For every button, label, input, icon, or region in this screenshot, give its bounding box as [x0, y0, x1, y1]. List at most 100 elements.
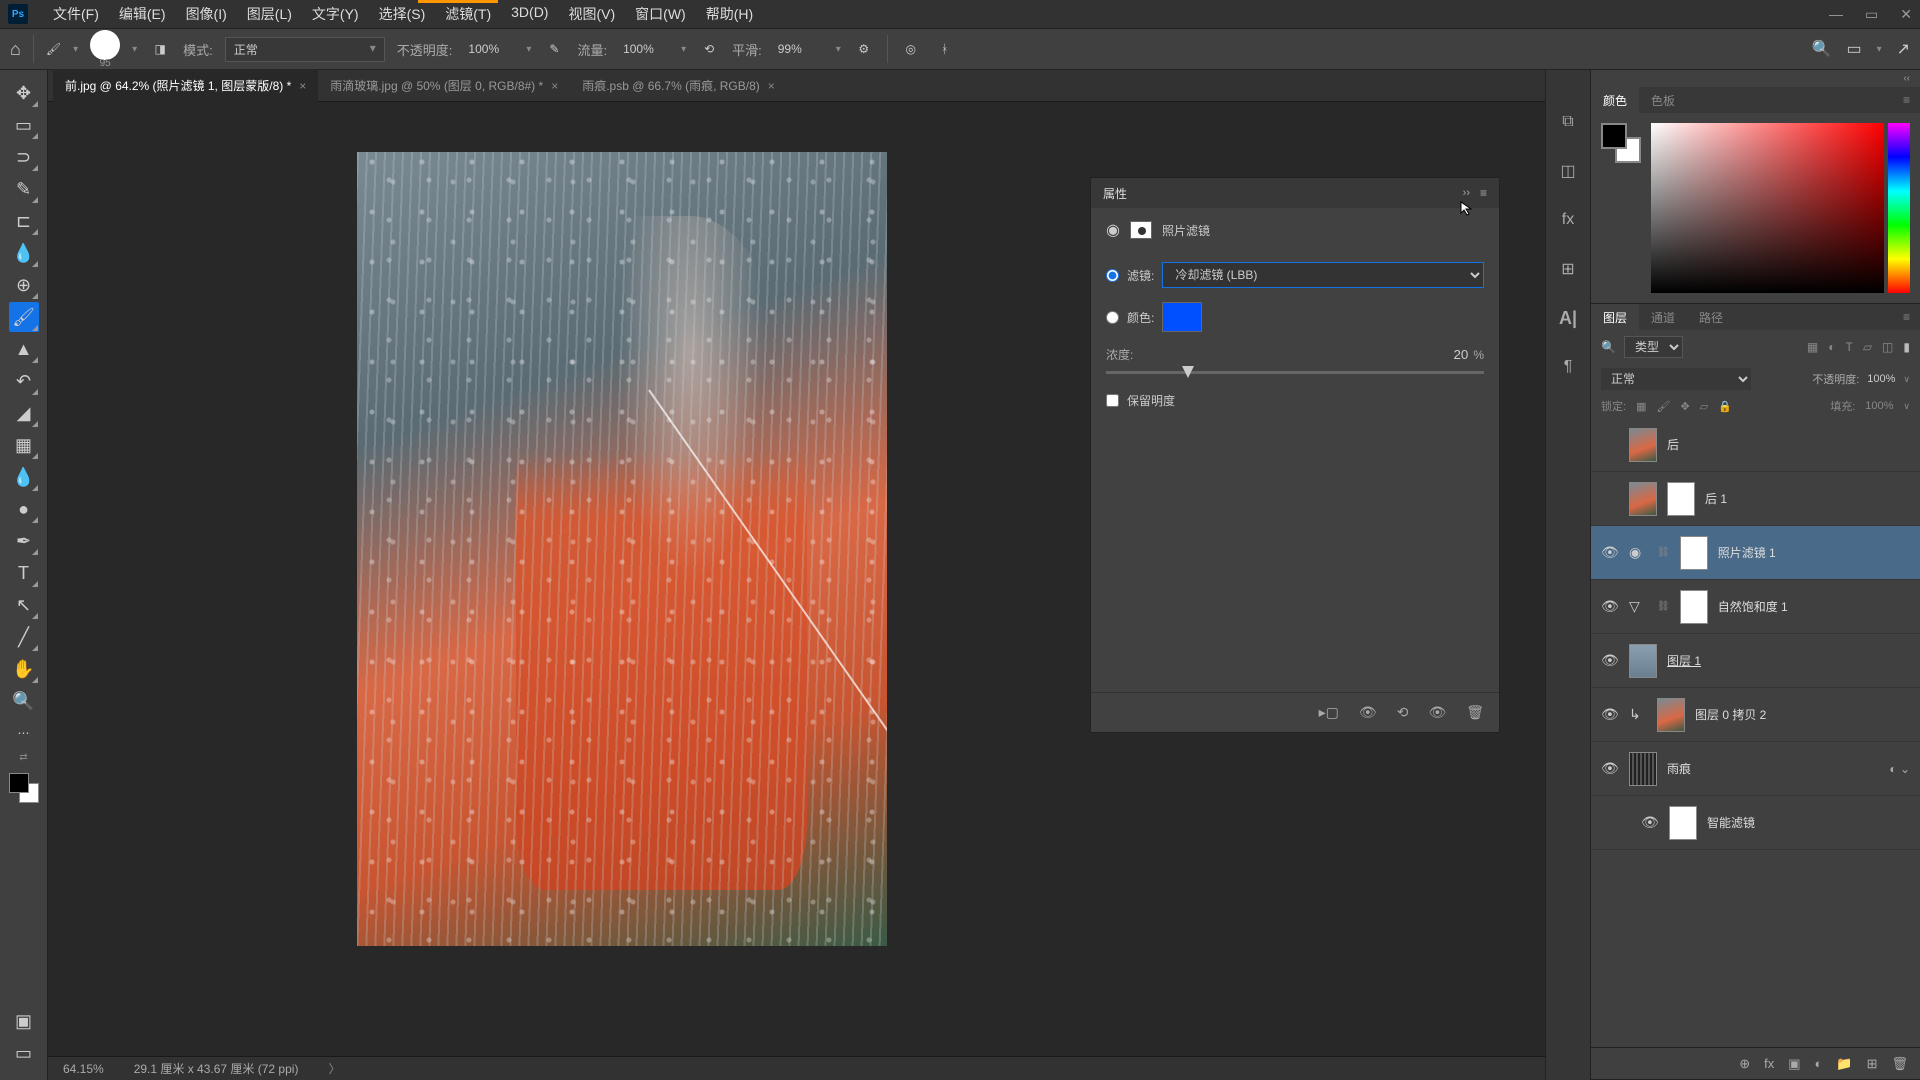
close-tab-icon[interactable]: × — [299, 79, 306, 93]
path-select-tool[interactable]: ↖ — [9, 590, 39, 620]
paragraph-panel-icon[interactable]: ¶ — [1556, 355, 1580, 379]
swatches-panel-icon[interactable]: ⊞ — [1556, 257, 1580, 281]
layer-thumbnail[interactable] — [1629, 752, 1657, 786]
hue-slider[interactable] — [1888, 123, 1910, 293]
flow-value[interactable]: 100% — [619, 40, 669, 58]
hand-tool[interactable]: ✋ — [9, 654, 39, 684]
pressure-size-icon[interactable]: ◎ — [900, 38, 922, 60]
new-group-icon[interactable]: 📁 — [1836, 1056, 1852, 1072]
menu-item[interactable]: 图层(L) — [237, 0, 302, 28]
view-previous-icon[interactable]: 👁 — [1359, 704, 1377, 721]
blend-mode-dropdown[interactable]: 正常 — [1601, 368, 1751, 390]
mask-thumbnail[interactable] — [1667, 482, 1695, 516]
filter-adjust-icon[interactable]: ◐ — [1828, 340, 1835, 354]
styles-panel-icon[interactable]: fx — [1556, 208, 1580, 232]
layer-thumbnail[interactable] — [1629, 482, 1657, 516]
type-tool[interactable]: T — [9, 558, 39, 588]
color-panel-menu-icon[interactable]: ≡ — [1903, 93, 1920, 107]
smart-filter-toggle-icon[interactable]: ◐ ⌄ — [1889, 762, 1910, 776]
pen-tool[interactable]: ✒ — [9, 526, 39, 556]
filter-shape-icon[interactable]: ▱ — [1863, 340, 1872, 354]
move-tool[interactable]: ✥ — [9, 78, 39, 108]
layer-fx-icon[interactable]: fx — [1764, 1056, 1774, 1071]
document-tab[interactable]: 雨滴玻璃.jpg @ 50% (图层 0, RGB/8#) *× — [318, 69, 570, 102]
layer-item[interactable]: 👁 智能滤镜 — [1591, 796, 1920, 850]
visibility-toggle[interactable]: 👁 — [1601, 760, 1619, 777]
layer-mask-icon[interactable]: ▣ — [1788, 1056, 1800, 1072]
visibility-toggle[interactable]: 👁 — [1641, 814, 1659, 831]
clip-to-layer-icon[interactable]: ▸▢ — [1319, 704, 1339, 721]
new-adjustment-icon[interactable]: ◐ — [1815, 1056, 1823, 1071]
menu-item[interactable]: 帮助(H) — [696, 0, 763, 28]
menu-item[interactable]: 文件(F) — [43, 0, 109, 28]
color-tab[interactable]: 颜色 — [1591, 87, 1639, 114]
symmetry-icon[interactable]: ᚼ — [934, 38, 956, 60]
visibility-toggle[interactable]: 👁 — [1601, 706, 1619, 723]
settings-icon[interactable]: ⚙ — [853, 38, 875, 60]
menu-item[interactable]: 文字(Y) — [302, 0, 369, 28]
mask-icon[interactable] — [1130, 221, 1152, 239]
line-tool[interactable]: ╱ — [9, 622, 39, 652]
layers-panel-menu-icon[interactable]: ≡ — [1903, 310, 1920, 324]
filter-dropdown[interactable]: 冷却滤镜 (LBB) — [1162, 262, 1484, 288]
layer-name[interactable]: 图层 0 拷贝 2 — [1695, 706, 1766, 723]
menu-item[interactable]: 编辑(E) — [109, 0, 176, 28]
channels-tab[interactable]: 通道 — [1639, 304, 1687, 331]
document-tab[interactable]: 前.jpg @ 64.2% (照片滤镜 1, 图层蒙版/8) *× — [53, 69, 318, 102]
brush-preview[interactable] — [90, 30, 120, 60]
smooth-value[interactable]: 99% — [774, 40, 824, 58]
airbrush-icon[interactable]: ⟲ — [698, 38, 720, 60]
character-panel-icon[interactable]: A| — [1556, 306, 1580, 330]
lasso-tool[interactable]: ⊃ — [9, 142, 39, 172]
document-tab[interactable]: 雨痕.psb @ 66.7% (雨痕, RGB/8)× — [570, 69, 787, 102]
adjustments-panel-icon[interactable]: ◫ — [1556, 159, 1580, 183]
layer-item[interactable]: 👁图层 1 — [1591, 634, 1920, 688]
lock-artboard-icon[interactable]: ▱ — [1700, 400, 1708, 413]
menu-item[interactable]: 滤镜(T) — [435, 0, 501, 28]
density-value[interactable] — [1428, 347, 1468, 362]
toggle-visibility-icon[interactable]: 👁 — [1428, 704, 1446, 721]
layer-name[interactable]: 雨痕 — [1667, 760, 1691, 777]
pressure-opacity-icon[interactable]: ✎ — [543, 38, 565, 60]
layer-name[interactable]: 后 1 — [1705, 490, 1727, 507]
filter-color-swatch[interactable] — [1162, 302, 1202, 332]
filter-type-icon[interactable]: T — [1845, 340, 1852, 354]
opacity-value[interactable]: 100% — [464, 40, 514, 58]
close-tab-icon[interactable]: × — [551, 79, 558, 93]
lock-pixels-icon[interactable]: 🖌 — [1656, 400, 1670, 413]
more-tools[interactable]: ⋯ — [9, 718, 39, 748]
close-button[interactable]: ✕ — [1900, 6, 1912, 23]
mode-dropdown[interactable]: 正常 ▾ — [225, 37, 385, 62]
screen-mode-icon[interactable]: ▭ — [9, 1038, 39, 1068]
layer-item[interactable]: 👁↳图层 0 拷贝 2 — [1591, 688, 1920, 742]
gradient-tool[interactable]: ▦ — [9, 430, 39, 460]
filter-smart-icon[interactable]: ◫ — [1882, 340, 1893, 354]
preserve-luminosity-checkbox[interactable] — [1106, 394, 1119, 407]
panel-menu-icon[interactable]: ≡ — [1480, 186, 1487, 200]
link-layers-icon[interactable]: ⊕ — [1739, 1056, 1750, 1072]
menu-item[interactable]: 窗口(W) — [625, 0, 696, 28]
delete-layer-icon[interactable]: 🗑 — [1891, 1056, 1908, 1072]
layer-name[interactable]: 智能滤镜 — [1707, 814, 1755, 831]
dodge-tool[interactable]: ● — [9, 494, 39, 524]
delete-adjustment-icon[interactable]: 🗑 — [1466, 704, 1484, 721]
color-radio[interactable] — [1106, 311, 1119, 324]
paths-tab[interactable]: 路径 — [1687, 304, 1735, 331]
marquee-tool[interactable]: ▭ — [9, 110, 39, 140]
home-icon[interactable]: ⌂ — [10, 39, 21, 60]
layer-item[interactable]: 后 1 — [1591, 472, 1920, 526]
blur-tool[interactable]: 💧 — [9, 462, 39, 492]
reset-icon[interactable]: ⟲ — [1397, 704, 1409, 721]
saturation-value-picker[interactable] — [1651, 123, 1884, 293]
menu-item[interactable]: 视图(V) — [558, 0, 625, 28]
share-icon[interactable]: ↗ — [1897, 39, 1910, 59]
mask-thumbnail[interactable] — [1680, 536, 1708, 570]
layer-name[interactable]: 自然饱和度 1 — [1718, 598, 1788, 615]
filter-radio[interactable] — [1106, 269, 1119, 282]
menu-item[interactable]: 图像(I) — [176, 0, 237, 28]
visibility-toggle[interactable]: 👁 — [1601, 544, 1619, 561]
layer-name[interactable]: 后 — [1667, 436, 1679, 453]
foreground-background-colors[interactable] — [1601, 123, 1641, 163]
menu-item[interactable]: 3D(D) — [501, 0, 558, 28]
quick-select-tool[interactable]: ✎ — [9, 174, 39, 204]
